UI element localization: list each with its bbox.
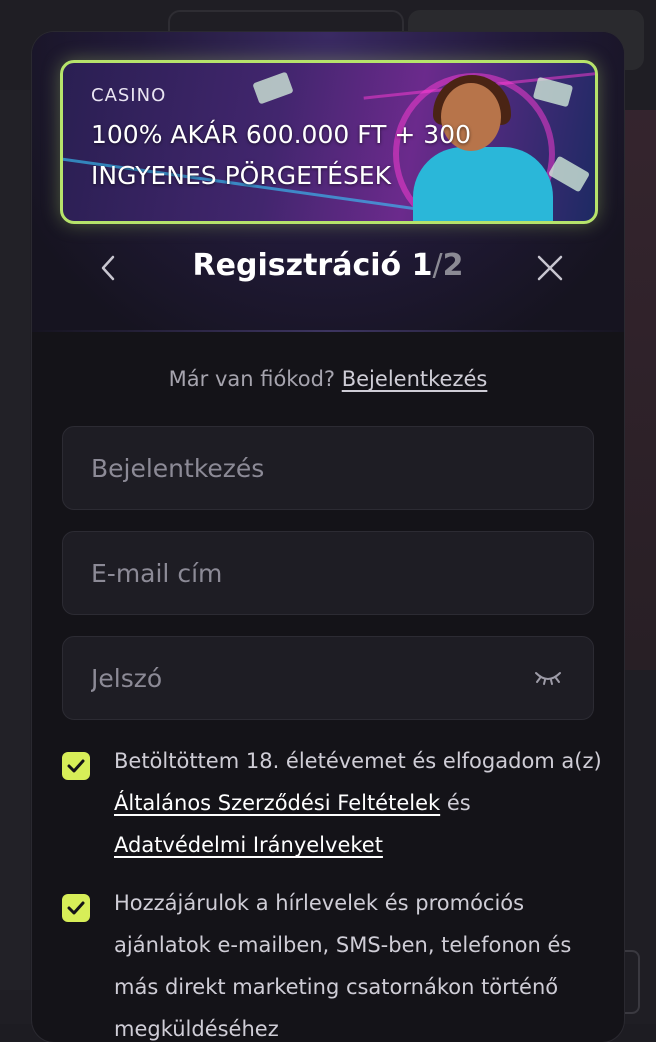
- login-link[interactable]: Bejelentkezés: [342, 367, 488, 391]
- floating-card: [547, 155, 591, 193]
- step-total: 2: [442, 248, 464, 283]
- banner-title: 100% AKÁR 600.000 FT + 300 INGYENES PÖRG…: [91, 114, 471, 196]
- floating-card: [532, 76, 574, 108]
- terms-link[interactable]: Általános Szerződési Feltételek: [114, 791, 440, 815]
- password-field[interactable]: [62, 636, 594, 720]
- password-input[interactable]: [63, 662, 533, 694]
- modal-header: Regisztráció 1/2: [32, 240, 624, 296]
- age-terms-text: Betöltöttem 18. életévemet és elfogadom …: [114, 740, 604, 866]
- banner-kicker: CASINO: [91, 85, 167, 106]
- username-input[interactable]: [63, 452, 533, 484]
- banner-title-line1: 100% AKÁR 600.000 FT + 300: [91, 120, 471, 149]
- banner-text: CASINO 100% AKÁR 600.000 FT + 300 INGYEN…: [91, 85, 471, 196]
- email-field[interactable]: [62, 531, 594, 615]
- login-prompt-text: Már van fiókod?: [168, 367, 336, 391]
- marketing-checkbox[interactable]: [62, 894, 90, 922]
- privacy-link[interactable]: Adatvédelmi Irányelveket: [114, 833, 383, 857]
- step-separator: /: [432, 248, 443, 283]
- and-word: és: [446, 791, 471, 815]
- username-field[interactable]: [62, 426, 594, 510]
- marketing-text: Hozzájárulok a hírlevelek és promóciós a…: [114, 891, 572, 1041]
- step-current: 1: [411, 248, 433, 283]
- background-sidebar: [0, 90, 30, 990]
- login-prompt: Már van fiókod? Bejelentkezés: [32, 367, 624, 391]
- age-terms-consent: Betöltöttem 18. életévemet és elfogadom …: [62, 740, 602, 870]
- banner-title-line2: INGYENES PÖRGETÉSEK: [91, 161, 391, 190]
- close-button[interactable]: [532, 248, 568, 288]
- checkmark-icon: [67, 759, 85, 773]
- title-text: Regisztráció: [192, 248, 402, 283]
- email-input[interactable]: [63, 557, 533, 589]
- age-terms-checkbox[interactable]: [62, 752, 90, 780]
- registration-modal: CASINO 100% AKÁR 600.000 FT + 300 INGYEN…: [32, 32, 624, 1042]
- marketing-consent: Hozzájárulok a hírlevelek és promóciós a…: [62, 882, 602, 1042]
- promo-banner[interactable]: CASINO 100% AKÁR 600.000 FT + 300 INGYEN…: [60, 60, 598, 224]
- header-divider: [32, 330, 624, 332]
- eye-closed-icon[interactable]: [533, 667, 563, 689]
- close-icon: [537, 255, 563, 281]
- age-terms-prefix: Betöltöttem 18. életévemet és elfogadom …: [114, 749, 602, 773]
- checkmark-icon: [67, 901, 85, 915]
- background-promo-image: [625, 110, 656, 670]
